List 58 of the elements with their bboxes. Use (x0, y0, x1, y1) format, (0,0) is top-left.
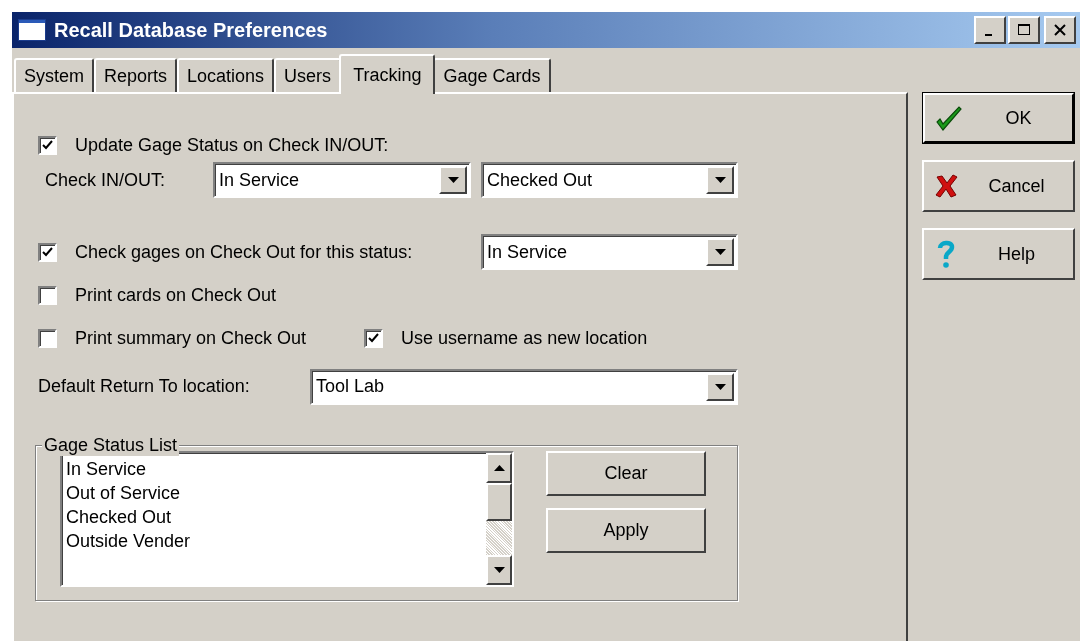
checkbox[interactable] (38, 285, 57, 305)
caret-icon (447, 177, 459, 183)
checkbox[interactable] (38, 242, 57, 262)
x-icon (934, 173, 958, 199)
tab[interactable]: Locations (177, 58, 275, 92)
dropdown-button[interactable] (706, 372, 734, 401)
close-icon (1053, 23, 1067, 37)
maximize-button[interactable] (1008, 16, 1040, 44)
window-title: Recall Database Preferences (54, 18, 328, 42)
checkmark-icon (41, 246, 54, 258)
dropdown[interactable]: Tool Lab (310, 368, 738, 405)
list-item[interactable]: Checked Out (66, 505, 486, 529)
list-button[interactable]: Apply (546, 508, 706, 553)
scroll-up-button[interactable] (486, 453, 512, 483)
tab[interactable]: Gage Cards (433, 58, 551, 92)
checkmark-icon (935, 104, 963, 132)
field-label: Check IN/OUT: (45, 169, 166, 191)
tab[interactable]: Reports (94, 58, 178, 92)
field-label: Default Return To location: (38, 376, 250, 397)
down-arrow-icon (493, 567, 505, 573)
checkbox-label: Update Gage Status on Check IN/OUT: (75, 134, 389, 156)
dialog-button[interactable]: Cancel (922, 160, 1075, 212)
checkbox-label: Use username as new location (401, 327, 648, 349)
tab[interactable]: Users (274, 58, 342, 92)
tab[interactable]: System (14, 58, 94, 92)
checkbox[interactable] (364, 328, 384, 348)
list-button[interactable]: Clear (546, 451, 706, 496)
caret-icon (714, 383, 726, 390)
group-title: Gage Status List (42, 435, 180, 456)
maximize-icon (1017, 23, 1031, 37)
checkmark-icon (41, 139, 54, 151)
caret-icon (714, 249, 726, 255)
checkbox[interactable] (38, 328, 57, 348)
dropdown[interactable]: In Service (481, 234, 738, 270)
dropdown-button[interactable] (706, 166, 734, 194)
dropdown[interactable]: In Service (213, 162, 471, 198)
close-button[interactable] (1044, 16, 1076, 44)
minimize-button[interactable] (974, 16, 1006, 44)
checkbox-label: Check gages on Check Out for this status: (75, 241, 413, 263)
checkbox-label: Print cards on Check Out (75, 284, 277, 306)
caret-icon (714, 177, 726, 183)
list-item[interactable]: Outside Vender (66, 529, 486, 553)
checkmark-icon (367, 332, 381, 344)
tab[interactable]: Tracking (339, 54, 436, 94)
list-item[interactable]: In Service (66, 457, 486, 481)
dialog-button[interactable]: Help (922, 228, 1075, 280)
list-item[interactable]: Out of Service (66, 481, 486, 505)
window-icon (18, 19, 46, 41)
dropdown-button[interactable] (439, 166, 467, 194)
dialog-button[interactable]: OK (922, 92, 1075, 144)
checkbox-label: Print summary on Check Out (75, 327, 307, 349)
scroll-down-button[interactable] (486, 555, 512, 585)
dropdown-button[interactable] (706, 238, 734, 266)
up-arrow-icon (493, 465, 505, 471)
dropdown[interactable]: Checked Out (481, 162, 738, 198)
scroll-thumb[interactable] (486, 483, 512, 521)
checkbox[interactable] (38, 135, 57, 155)
minimize-icon (985, 34, 992, 36)
